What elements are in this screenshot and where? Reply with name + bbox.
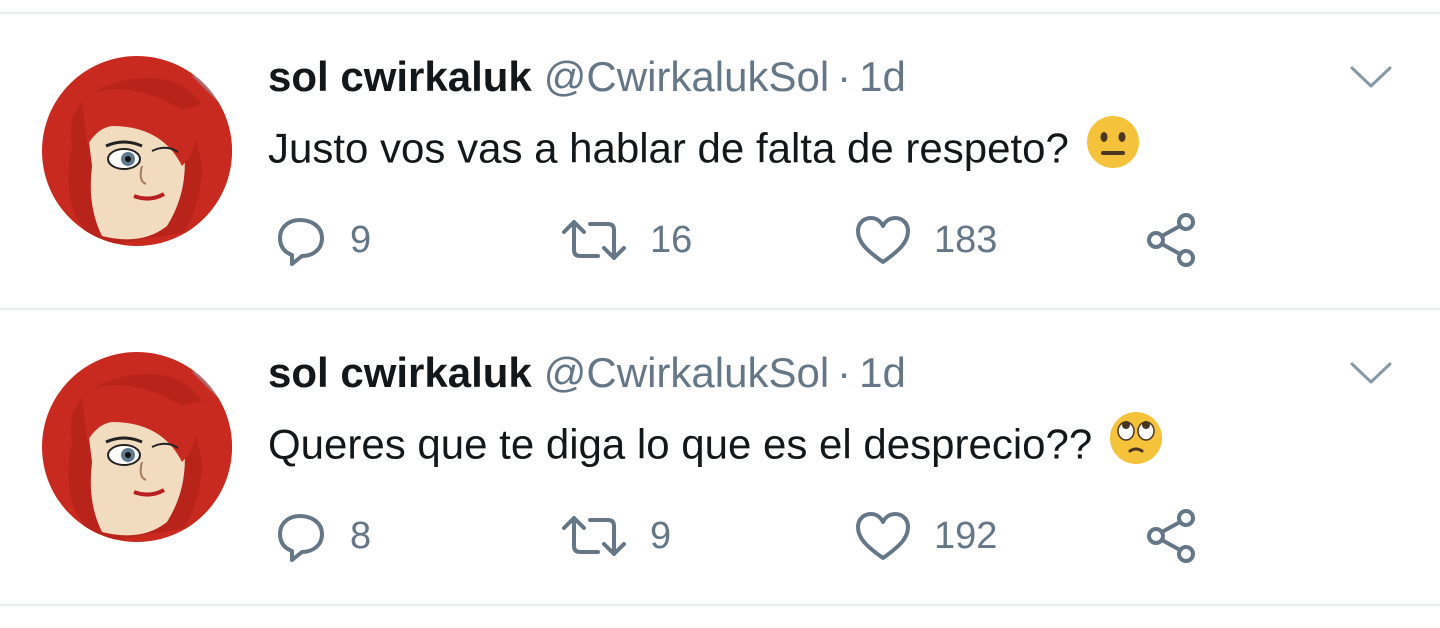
retweet-button[interactable]: 9 (560, 506, 671, 566)
like-count: 192 (934, 514, 998, 557)
share-button[interactable] (1142, 210, 1202, 270)
reply-icon (278, 218, 324, 266)
reply-button[interactable]: 8 (272, 506, 371, 566)
retweet-count: 9 (650, 514, 672, 557)
tweet-card[interactable]: sol cwirkaluk @CwirkalukSol · 1d Justo vos … (0, 14, 1440, 310)
retweet-button[interactable]: 16 (560, 210, 692, 270)
retweet-icon (562, 220, 626, 260)
avatar[interactable] (42, 56, 232, 246)
tweet-text: Justo vos vas a hablar de falta de respe… (268, 116, 1141, 185)
share-icon (1147, 213, 1195, 267)
separator-dot: · (837, 53, 852, 100)
heart-icon (856, 512, 910, 560)
tweet-card[interactable]: sol cwirkaluk @CwirkalukSol · 1d Queres que… (0, 310, 1440, 606)
retweet-count: 16 (650, 218, 693, 261)
share-button[interactable] (1142, 506, 1202, 566)
reply-icon (278, 514, 324, 562)
reply-count: 8 (350, 514, 372, 557)
author-handle[interactable]: @CwirkalukSol (544, 53, 829, 100)
author-name[interactable]: sol cwirkaluk (268, 349, 532, 396)
timestamp[interactable]: 1d (859, 349, 906, 396)
tweet-text-content: Justo vos vas a hablar de falta de respe… (268, 124, 1069, 172)
tweet-text: Queres que te diga lo que es el despreci… (268, 412, 1164, 481)
heart-icon (856, 216, 910, 264)
reply-count: 9 (350, 218, 372, 261)
tweet-header: sol cwirkaluk @CwirkalukSol · 1d (268, 54, 906, 100)
tweet-header: sol cwirkaluk @CwirkalukSol · 1d (268, 350, 906, 396)
retweet-icon (562, 516, 626, 556)
like-count: 183 (934, 218, 998, 261)
like-button[interactable]: 192 (854, 506, 997, 566)
avatar[interactable] (42, 352, 232, 542)
neutral-face-emoji-icon (1085, 114, 1141, 181)
author-name[interactable]: sol cwirkaluk (268, 53, 532, 100)
chevron-down-icon[interactable] (1348, 62, 1394, 92)
tweet-text-content: Queres que te diga lo que es el despreci… (268, 420, 1093, 468)
share-icon (1147, 509, 1195, 563)
separator-dot: · (837, 349, 852, 396)
author-handle[interactable]: @CwirkalukSol (544, 349, 829, 396)
rolling-eyes-emoji-icon (1108, 410, 1164, 477)
like-button[interactable]: 183 (854, 210, 997, 270)
timestamp[interactable]: 1d (859, 53, 906, 100)
chevron-down-icon[interactable] (1348, 358, 1394, 388)
reply-button[interactable]: 9 (272, 210, 371, 270)
